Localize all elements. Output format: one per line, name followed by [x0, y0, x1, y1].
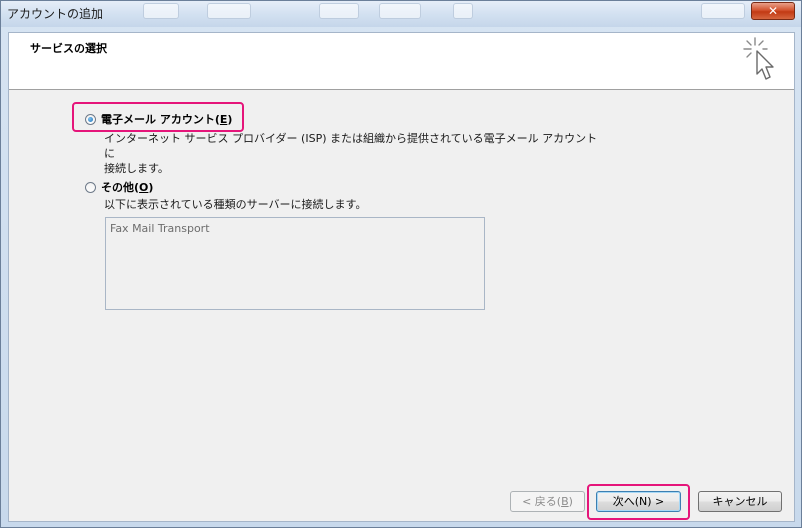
other-radio-option[interactable]: その他(O)	[85, 179, 153, 195]
background-tab-placeholder	[453, 3, 473, 19]
list-item[interactable]: Fax Mail Transport	[110, 222, 210, 235]
background-tab-placeholder	[319, 3, 359, 19]
close-button[interactable]: ✕	[751, 2, 795, 20]
wizard-cursor-icon	[743, 37, 774, 80]
background-tab-placeholder	[143, 3, 179, 19]
other-description: 以下に表示されている種類のサーバーに接続します。	[104, 198, 367, 211]
other-service-listbox[interactable]: Fax Mail Transport	[105, 217, 485, 310]
dialog-body: サービスの選択 電子メール アカウント(E) インターネット サービス プロバイ…	[8, 32, 795, 522]
back-button[interactable]: < 戻る(B)	[510, 491, 585, 512]
page-title: サービスの選択	[30, 42, 107, 55]
title-bar[interactable]: アカウントの追加 ✕	[1, 1, 801, 27]
next-button[interactable]: 次へ(N) >	[596, 491, 681, 512]
cancel-button[interactable]: キャンセル	[698, 491, 782, 512]
background-tab-placeholder	[379, 3, 421, 19]
email-account-radio[interactable]	[85, 113, 96, 125]
email-account-radio-option[interactable]: 電子メール アカウント(E)	[85, 111, 232, 127]
background-tab-placeholder	[701, 3, 745, 19]
other-radio[interactable]	[85, 181, 96, 193]
add-account-window: アカウントの追加 ✕ サービスの選択 電子メール アカウント(E) インターネッ…	[0, 0, 802, 528]
email-account-description: インターネット サービス プロバイダー (ISP) または組織から提供されている…	[104, 132, 598, 175]
email-account-label[interactable]: 電子メール アカウント(E)	[101, 111, 232, 127]
close-icon: ✕	[767, 4, 779, 18]
other-label[interactable]: その他(O)	[101, 179, 153, 195]
background-tab-placeholder	[207, 3, 251, 19]
window-title: アカウントの追加	[7, 7, 104, 21]
wizard-header: サービスの選択	[9, 33, 794, 90]
